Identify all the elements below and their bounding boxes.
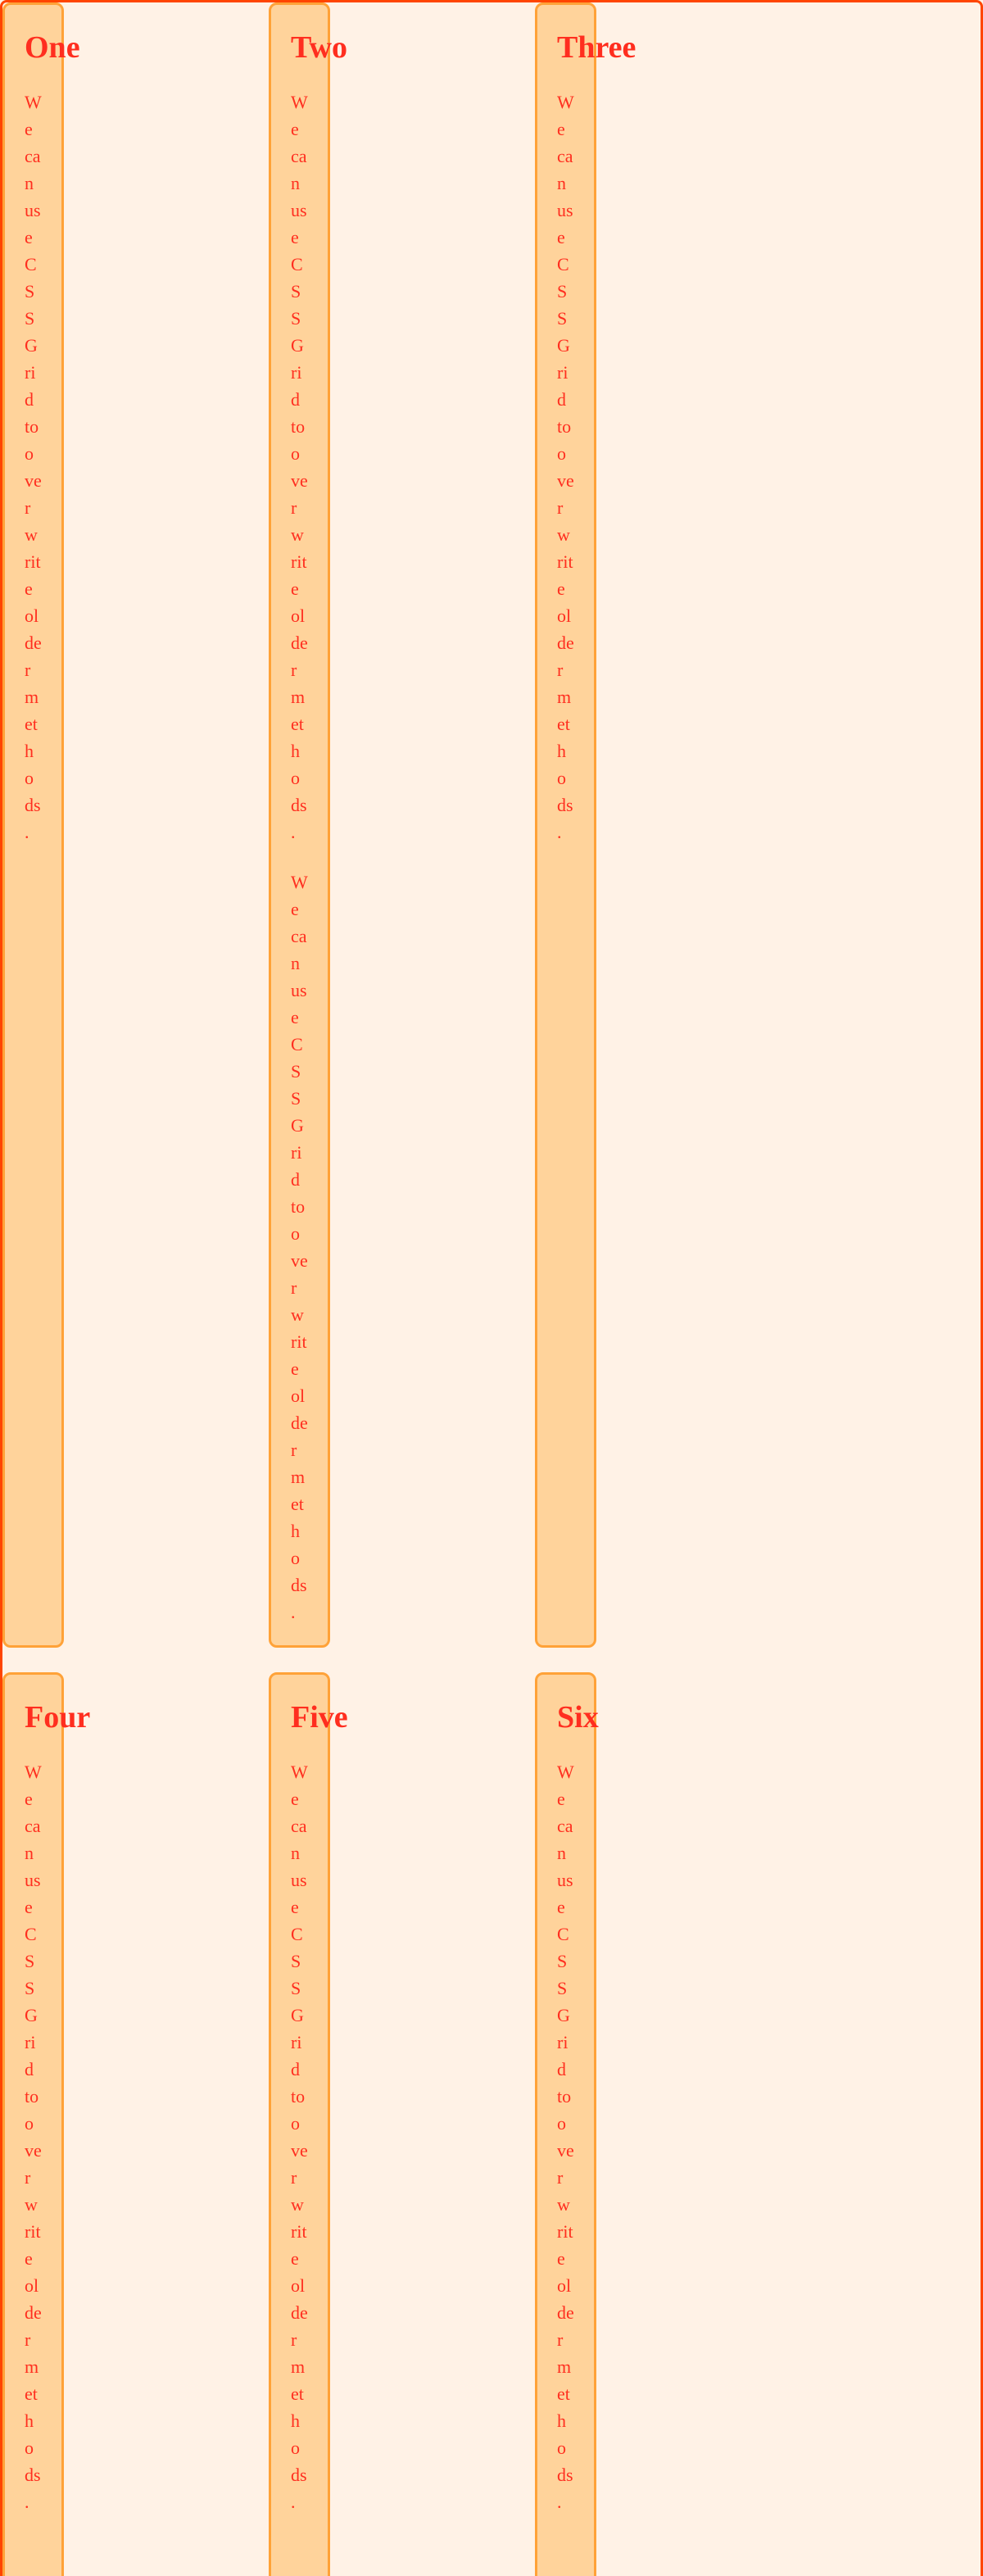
card-title: Two (291, 31, 308, 66)
card-one: One We can use CSS Grid to overwrite old… (2, 2, 64, 1648)
card-two: Two We can use CSS Grid to overwrite old… (269, 2, 330, 1648)
card-paragraph: We can use CSS Grid to overwrite older m… (291, 868, 308, 1626)
card-three: Three We can use CSS Grid to overwrite o… (535, 2, 596, 1648)
card-title: Five (291, 1701, 308, 1735)
card-five: Five We can use CSS Grid to overwrite ol… (269, 1672, 330, 2576)
card-title: Four (25, 1701, 42, 1735)
card-paragraph: We can use CSS Grid to overwrite older m… (291, 1758, 308, 2515)
card-paragraph: We can use CSS Grid to overwrite older m… (25, 1758, 42, 2515)
card-paragraph: We can use CSS Grid to overwrite older m… (25, 88, 42, 846)
card-six: Six We can use CSS Grid to overwrite old… (535, 1672, 596, 2576)
card-paragraph: We can use CSS Grid to overwrite older m… (557, 1758, 574, 2515)
card-four: Four We can use CSS Grid to overwrite ol… (2, 1672, 64, 2576)
card-paragraph: We can use CSS Grid to overwrite older m… (291, 88, 308, 846)
grid-wrapper: One We can use CSS Grid to overwrite old… (0, 0, 983, 2576)
card-title: Three (557, 31, 574, 66)
card-title: Six (557, 1701, 574, 1735)
card-title: One (25, 31, 42, 66)
card-paragraph: We can use CSS Grid to overwrite older m… (557, 88, 574, 846)
